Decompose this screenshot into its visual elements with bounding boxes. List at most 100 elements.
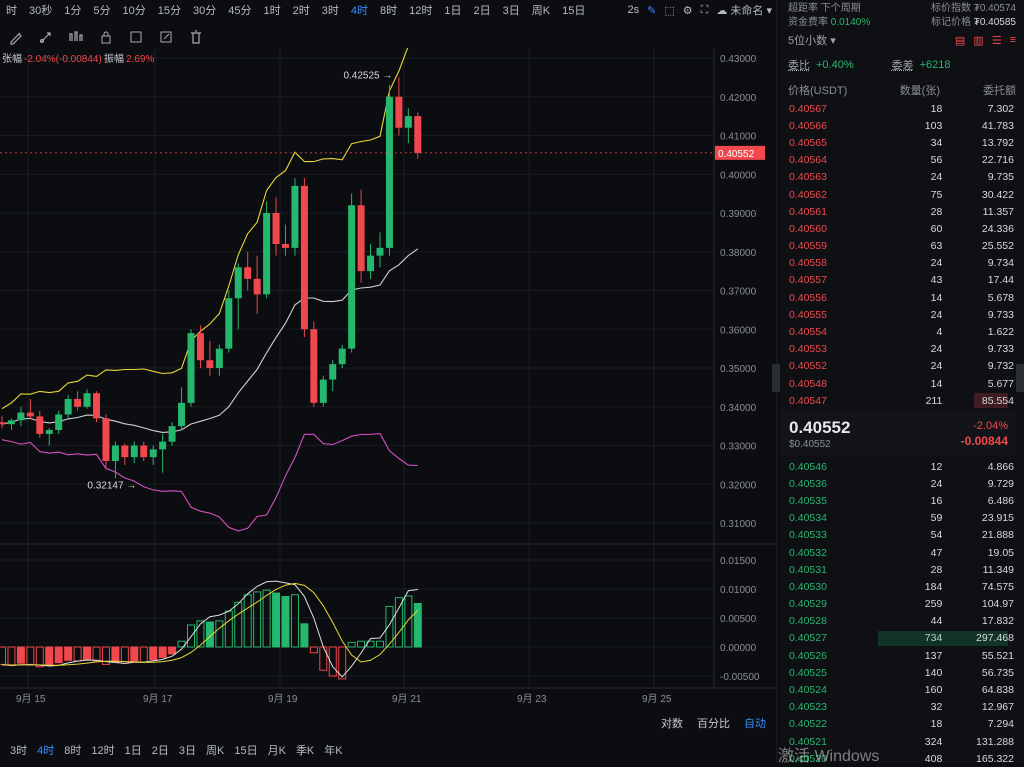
- settings-icon[interactable]: ⚙: [683, 4, 693, 17]
- bid-row[interactable]: 0.40532 47 19.05: [780, 544, 1016, 561]
- ask-row[interactable]: 0.40548 14 5.677: [780, 375, 1016, 392]
- bottom-timeframe-11[interactable]: 年K: [324, 742, 342, 758]
- timeframe-11[interactable]: 4时: [351, 2, 368, 18]
- book-bids-icon[interactable]: ☰: [992, 34, 1002, 47]
- collapse-left-handle[interactable]: [772, 364, 780, 392]
- percent-scale-button[interactable]: 百分比: [697, 715, 730, 731]
- ask-row[interactable]: 0.40567 18 7.302: [780, 100, 1016, 117]
- pen-icon[interactable]: [38, 29, 54, 45]
- macd-bar: [263, 590, 270, 647]
- bottom-timeframe-5[interactable]: 2日: [152, 742, 169, 758]
- refresh-interval[interactable]: 2s: [628, 4, 640, 16]
- timeframe-7[interactable]: 45分: [228, 2, 251, 18]
- ask-row[interactable]: 0.40556 14 5.678: [780, 289, 1016, 306]
- timeframe-15[interactable]: 2日: [474, 2, 491, 18]
- row-price: 0.40532: [780, 547, 877, 559]
- ask-row[interactable]: 0.40560 60 24.336: [780, 220, 1016, 237]
- ask-row[interactable]: 0.40565 34 13.792: [780, 134, 1016, 151]
- ask-row[interactable]: 0.40564 56 22.716: [780, 152, 1016, 169]
- bid-row[interactable]: 0.40535 16 6.486: [780, 492, 1016, 509]
- draw-toggle-icon[interactable]: ✎: [647, 4, 656, 17]
- ask-row[interactable]: 0.40561 28 11.357: [780, 203, 1016, 220]
- timeframe-9[interactable]: 2时: [293, 2, 310, 18]
- timeframe-14[interactable]: 1日: [444, 2, 461, 18]
- ask-row[interactable]: 0.40552 24 9.732: [780, 358, 1016, 375]
- timeframe-1[interactable]: 30秒: [29, 2, 52, 18]
- rectangle-icon[interactable]: [128, 29, 144, 45]
- collapse-right-handle[interactable]: [1016, 364, 1024, 392]
- bottom-timeframe-6[interactable]: 3日: [179, 742, 196, 758]
- timeframe-0[interactable]: 时: [6, 2, 17, 18]
- log-scale-button[interactable]: 对数: [661, 715, 683, 731]
- lock-icon[interactable]: [98, 29, 114, 45]
- bottom-timeframe-8[interactable]: 15日: [234, 742, 257, 758]
- macd-bar: [46, 647, 53, 666]
- row-total: 22.716: [942, 154, 1016, 166]
- ask-row[interactable]: 0.40559 63 25.552: [780, 238, 1016, 255]
- ask-row[interactable]: 0.40555 24 9.733: [780, 306, 1016, 323]
- bottom-timeframe-3[interactable]: 12时: [91, 742, 114, 758]
- ask-row[interactable]: 0.40553 24 9.733: [780, 341, 1016, 358]
- book-list-icon[interactable]: ≡: [1010, 34, 1016, 47]
- bottom-timeframe-1[interactable]: 4时: [37, 742, 54, 758]
- bottom-timeframe-4[interactable]: 1日: [125, 742, 142, 758]
- timeframe-4[interactable]: 10分: [123, 2, 146, 18]
- timeframe-5[interactable]: 15分: [158, 2, 181, 18]
- timeframe-2[interactable]: 1分: [64, 2, 81, 18]
- macd-bar: [8, 647, 15, 666]
- ask-row[interactable]: 0.40557 43 17.44: [780, 272, 1016, 289]
- book-asks-icon[interactable]: ▥: [973, 34, 983, 47]
- bottom-timeframe-7[interactable]: 周K: [206, 742, 224, 758]
- header-price: 价格(USDT): [788, 82, 864, 96]
- indicator-icon[interactable]: [68, 29, 84, 45]
- pencil-icon[interactable]: [8, 29, 24, 45]
- timeframe-12[interactable]: 8时: [380, 2, 397, 18]
- timeframe-16[interactable]: 3日: [503, 2, 520, 18]
- bid-row[interactable]: 0.40531 28 11.349: [780, 561, 1016, 578]
- bid-row[interactable]: 0.40525 140 56.735: [780, 664, 1016, 681]
- bid-row[interactable]: 0.40524 160 64.838: [780, 681, 1016, 698]
- bottom-timeframe-10[interactable]: 季K: [296, 742, 314, 758]
- fullscreen-icon[interactable]: ⛶: [701, 4, 709, 17]
- book-both-icon[interactable]: ▤: [955, 34, 965, 47]
- precision-select[interactable]: 5位小数 ▾: [788, 32, 836, 48]
- bottom-timeframe-2[interactable]: 8时: [64, 742, 81, 758]
- ask-row[interactable]: 0.40562 75 30.422: [780, 186, 1016, 203]
- bid-row[interactable]: 0.40526 137 55.521: [780, 647, 1016, 664]
- bid-row[interactable]: 0.40530 184 74.575: [780, 578, 1016, 595]
- screenshot-icon[interactable]: ⬚: [664, 4, 674, 17]
- timeframe-17[interactable]: 周K: [532, 2, 550, 18]
- timeframe-13[interactable]: 12时: [409, 2, 432, 18]
- kline-chart[interactable]: 0.43000 0.42000 0.41000 0.40000 0.39000 0.380…: [0, 48, 778, 710]
- timeframe-6[interactable]: 30分: [193, 2, 216, 18]
- edit-icon[interactable]: [158, 29, 174, 45]
- ask-row[interactable]: 0.40547 211 85.554: [780, 392, 1016, 409]
- ask-row[interactable]: 0.40558 24 9.734: [780, 255, 1016, 272]
- bid-row[interactable]: 0.40529 259 104.97: [780, 596, 1016, 613]
- bid-row[interactable]: 0.40523 32 12.967: [780, 699, 1016, 716]
- bottom-timeframe-0[interactable]: 3时: [10, 742, 27, 758]
- bid-row[interactable]: 0.40546 12 4.866: [780, 458, 1016, 475]
- timeframe-8[interactable]: 1时: [264, 2, 281, 18]
- timeframe-18[interactable]: 15日: [562, 2, 585, 18]
- layout-select[interactable]: ☁ 未命名 ▾: [716, 2, 772, 18]
- bid-row[interactable]: 0.40528 44 17.832: [780, 613, 1016, 630]
- timeframe-10[interactable]: 3时: [322, 2, 339, 18]
- ask-row[interactable]: 0.40554 4 1.622: [780, 323, 1016, 340]
- ask-row[interactable]: 0.40566 103 41.783: [780, 117, 1016, 134]
- row-price: 0.40534: [780, 512, 877, 524]
- candle-body: [348, 205, 355, 348]
- bid-row[interactable]: 0.40533 54 21.888: [780, 527, 1016, 544]
- bid-row[interactable]: 0.40536 24 9.729: [780, 475, 1016, 492]
- bid-row[interactable]: 0.40527 734 297.468: [780, 630, 1016, 647]
- bid-row[interactable]: 0.40522 18 7.294: [780, 716, 1016, 733]
- bid-row[interactable]: 0.40534 59 23.915: [780, 510, 1016, 527]
- auto-scale-button[interactable]: 自动: [744, 715, 766, 731]
- timeframe-3[interactable]: 5分: [93, 2, 110, 18]
- row-total: 64.838: [942, 684, 1016, 696]
- chart-canvas[interactable]: 0.43000 0.42000 0.41000 0.40000 0.39000 0.380…: [0, 48, 778, 710]
- trash-icon[interactable]: [188, 29, 204, 45]
- ask-row[interactable]: 0.40563 24 9.735: [780, 169, 1016, 186]
- bottom-timeframe-9[interactable]: 月K: [268, 742, 286, 758]
- row-price: 0.40566: [780, 120, 877, 132]
